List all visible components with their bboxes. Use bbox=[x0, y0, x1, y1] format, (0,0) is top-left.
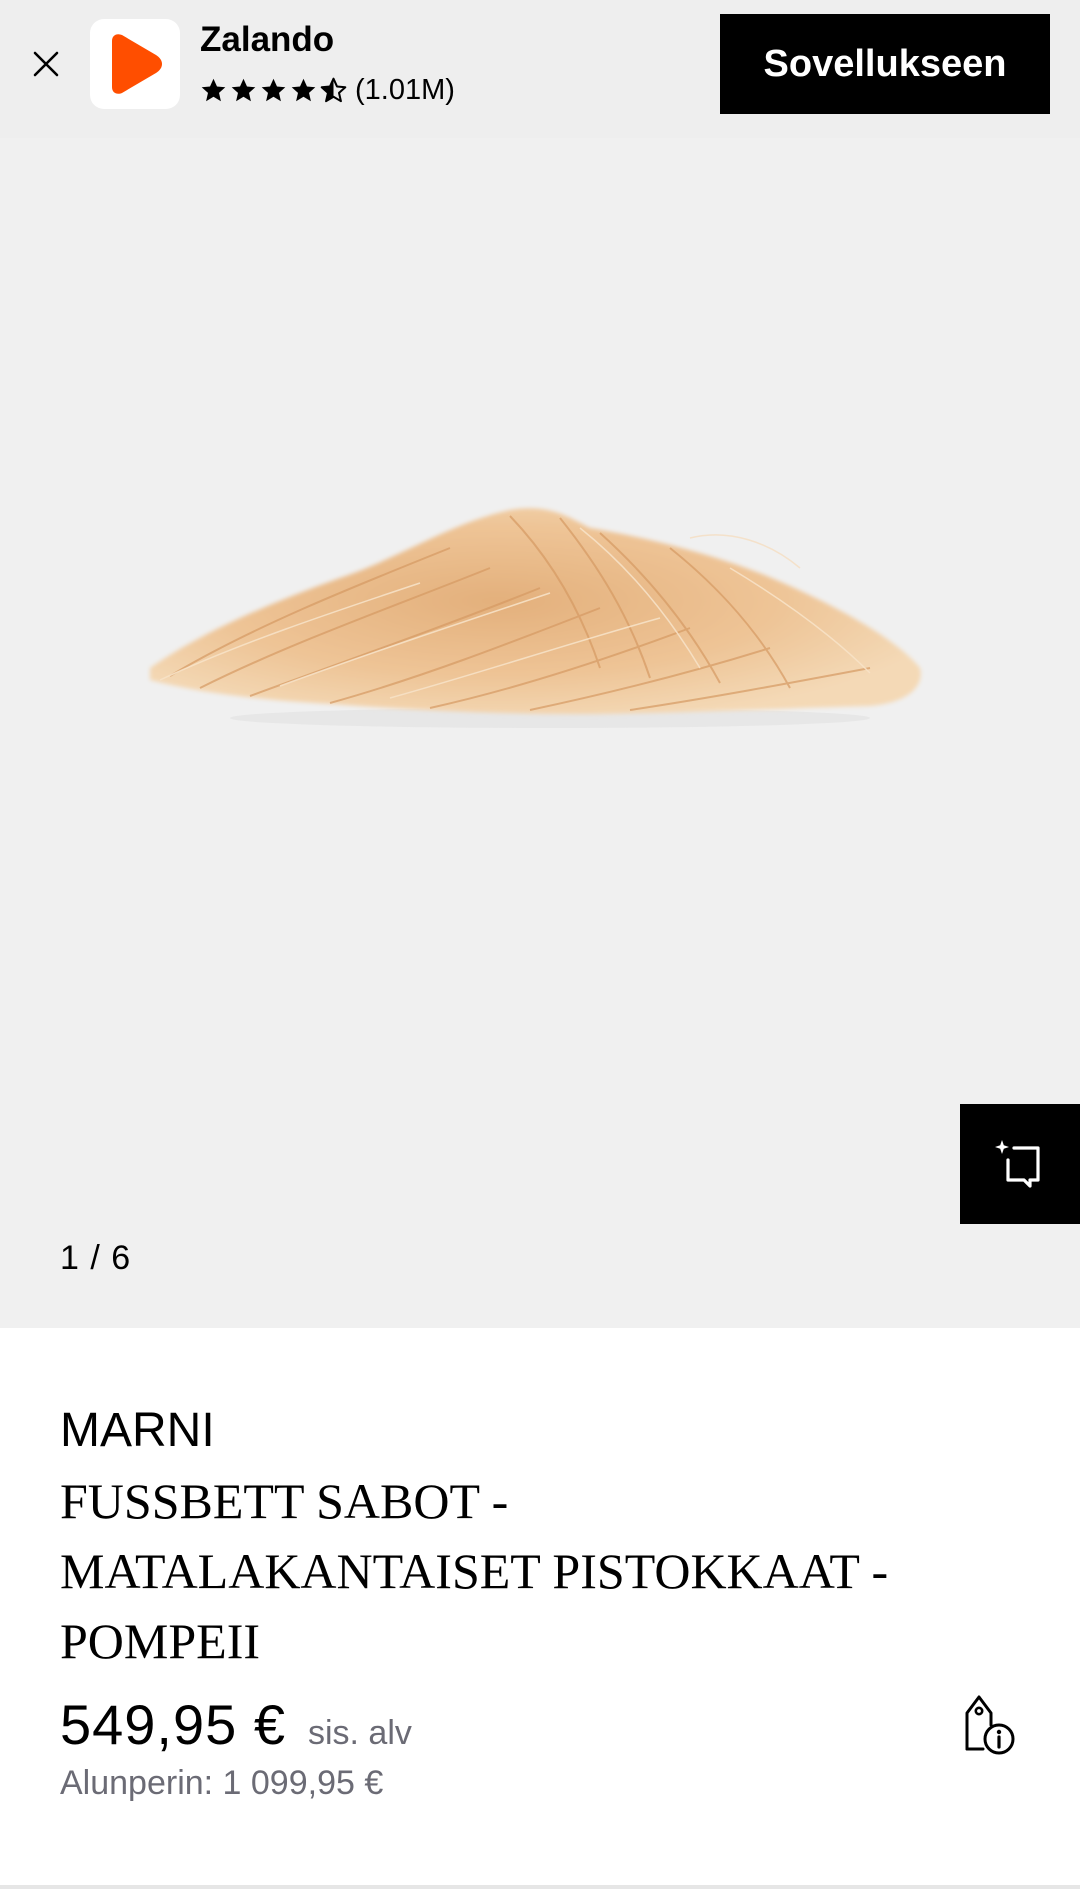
app-name: Zalando bbox=[200, 20, 335, 59]
product-image bbox=[150, 508, 921, 728]
vat-note: sis. alv bbox=[307, 1714, 412, 1752]
current-price: 549,95 € bbox=[60, 1693, 286, 1756]
app-rating: (1.01M) bbox=[200, 70, 455, 110]
close-banner-button[interactable] bbox=[22, 40, 70, 88]
price-row: 549,95 € sis. alv bbox=[60, 1690, 412, 1760]
zalando-logo-icon bbox=[112, 34, 162, 94]
close-icon bbox=[33, 51, 59, 77]
product-title: FUSSBETT SABOT - MATALAKANTAISET PISTOKK… bbox=[60, 1473, 889, 1669]
brand-name[interactable]: MARNI bbox=[60, 1396, 215, 1466]
divider bbox=[0, 1885, 1080, 1889]
star-filled-icon bbox=[291, 78, 316, 101]
product-info: MARNI FUSSBETT SABOT - MATALAKANTAISET P… bbox=[0, 1328, 1080, 1889]
virtual-try-on-button[interactable] bbox=[960, 1104, 1080, 1224]
star-filled-icon bbox=[231, 78, 256, 101]
image-counter: 1 / 6 bbox=[60, 1239, 132, 1277]
star-filled-icon bbox=[201, 78, 226, 101]
star-half-icon bbox=[320, 77, 347, 102]
app-download-banner: Zalando (1.01M) Sovellukseen bbox=[0, 0, 1080, 138]
original-price: Alunperin: 1 099,95 € bbox=[60, 1764, 384, 1802]
zalando-app-logo bbox=[90, 19, 180, 109]
price-tag-info-icon bbox=[965, 1695, 1015, 1755]
open-in-app-button[interactable]: Sovellukseen bbox=[720, 14, 1050, 114]
star-filled-icon bbox=[261, 78, 286, 101]
rating-count: (1.01M) bbox=[355, 74, 455, 106]
product-image-gallery[interactable]: 1 / 6 bbox=[0, 138, 1080, 1328]
rating-stars bbox=[200, 77, 347, 104]
price-info-button[interactable] bbox=[955, 1683, 1021, 1763]
try-on-sparkle-icon bbox=[995, 1140, 1040, 1188]
